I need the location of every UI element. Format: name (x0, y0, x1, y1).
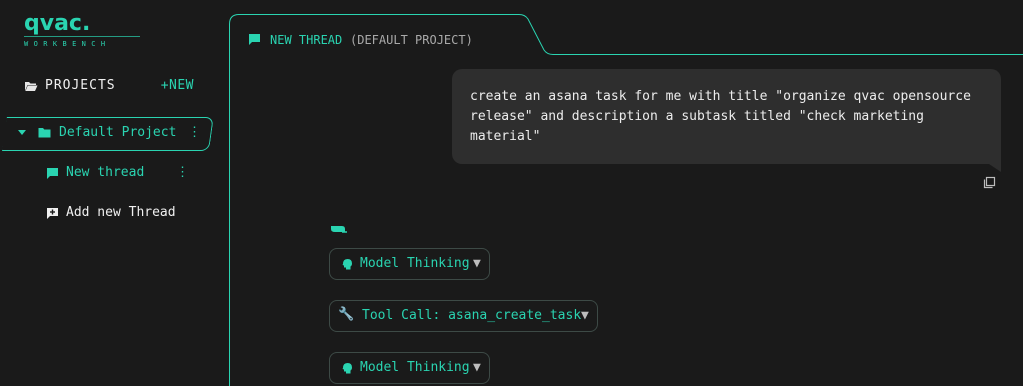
add-thread-label: Add new Thread (66, 205, 176, 220)
logo-subtitle: WORKBENCH (24, 40, 111, 48)
new-project-button[interactable]: +NEW (161, 78, 194, 94)
head-icon (342, 259, 352, 270)
chevron-down-icon: ▼ (473, 256, 481, 271)
add-thread-button[interactable]: Add new Thread (46, 205, 196, 223)
assistant-avatar-icon (331, 226, 347, 233)
chevron-down-icon: ▼ (473, 360, 481, 375)
folder-open-icon (25, 82, 38, 91)
logo-rule (24, 36, 140, 37)
wrench-icon: 🔧 (338, 307, 355, 322)
chevron-down-icon: ▼ (581, 308, 589, 323)
add-chat-icon (47, 208, 58, 219)
project-menu-icon[interactable]: ⋮ (188, 125, 201, 141)
projects-label: PROJECTS (45, 78, 116, 93)
copy-icon[interactable] (983, 176, 996, 189)
user-message-bubble: create an asana task for me with title "… (452, 69, 1001, 164)
app-window: qvac. WORKBENCH PROJECTS +NEW Default Pr… (0, 0, 1023, 386)
step-label: Model Thinking (360, 256, 470, 271)
step-label: Tool Call: asana_create_task (362, 308, 582, 323)
sidebar: qvac. WORKBENCH PROJECTS +NEW Default Pr… (0, 0, 228, 386)
chat-bubble-icon (249, 34, 260, 45)
model-thinking-toggle[interactable]: Model Thinking ▼ (329, 352, 490, 384)
project-item-default-project[interactable]: Default Project ⋮ (18, 125, 201, 143)
model-thinking-toggle[interactable]: Model Thinking ▼ (329, 248, 490, 280)
project-label: Default Project (59, 125, 177, 140)
thread-title: NEW THREAD (270, 33, 343, 47)
head-icon (342, 363, 352, 374)
chevron-down-icon[interactable] (18, 130, 26, 135)
tool-call-toggle[interactable]: 🔧 Tool Call: asana_create_task ▼ (329, 300, 598, 332)
bubble-tail (989, 164, 1001, 172)
folder-icon (38, 128, 51, 138)
thread-label: New thread (66, 165, 145, 180)
logo-wordmark: qvac. (24, 11, 91, 36)
projects-header: PROJECTS +NEW (24, 78, 196, 96)
chat-bubble-icon (47, 168, 58, 179)
sidebar-item-new-thread[interactable]: New thread ⋮ (46, 165, 196, 183)
thread-menu-icon[interactable]: ⋮ (176, 165, 189, 181)
thread-project-context: (DEFAULT PROJECT) (350, 33, 473, 47)
user-message-text: create an asana task for me with title "… (470, 89, 971, 144)
brand-logo[interactable]: qvac. WORKBENCH (24, 11, 140, 50)
step-label: Model Thinking (360, 360, 470, 375)
